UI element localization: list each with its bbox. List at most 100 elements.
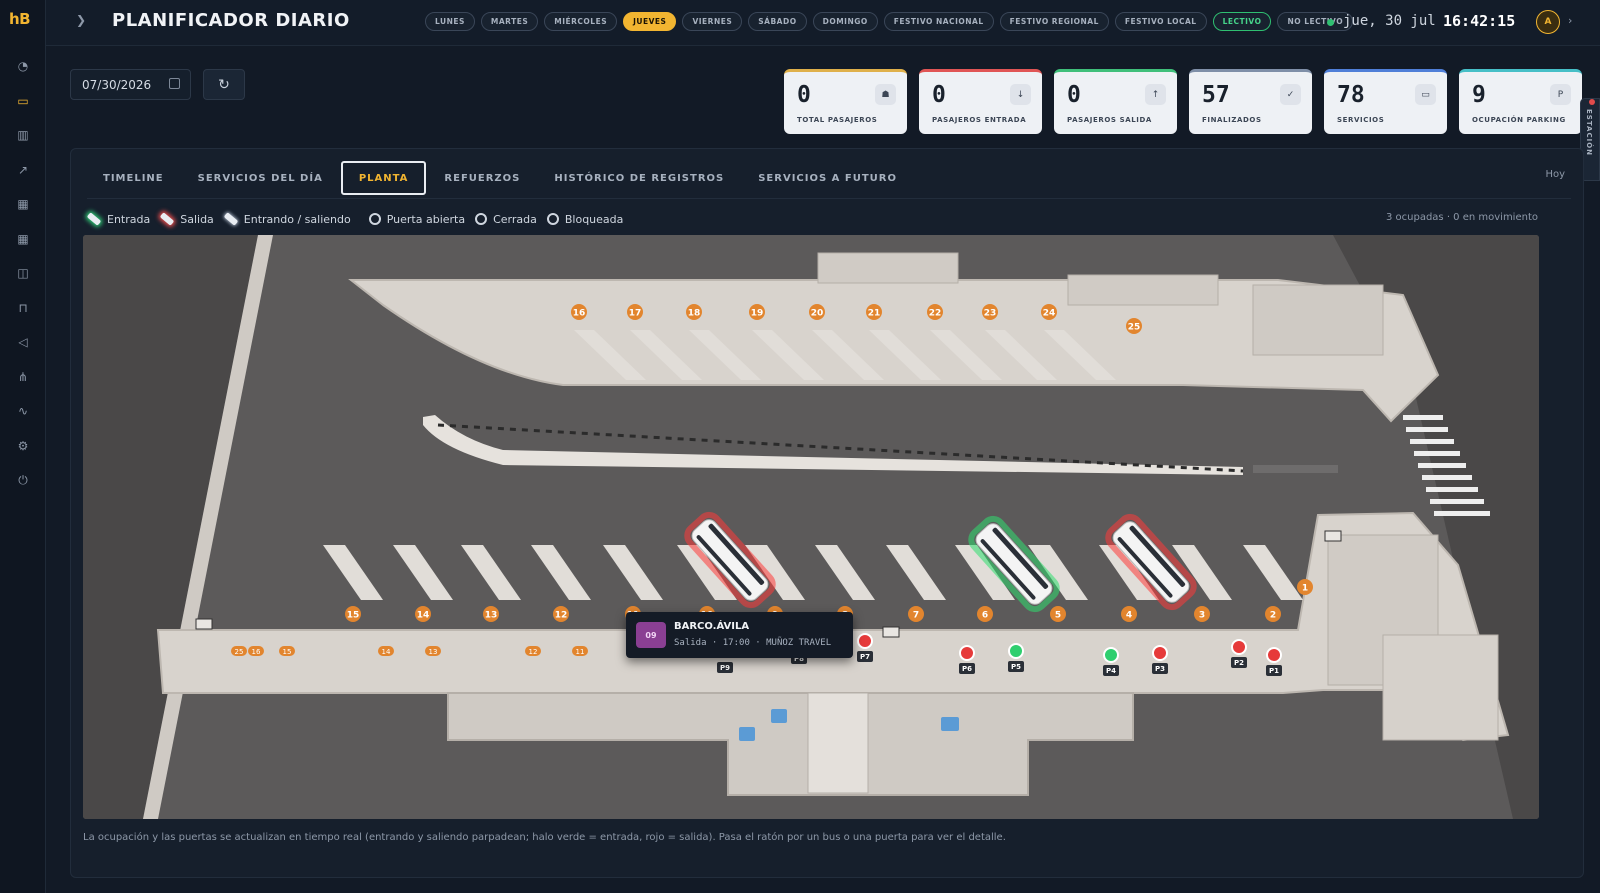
bay-slot [886, 545, 946, 600]
bay-label-20[interactable]: 20 [809, 304, 825, 320]
bay-label-21[interactable]: 21 [866, 304, 882, 320]
calendar-alt-icon[interactable]: ▦ [10, 226, 36, 252]
kpi-card: 0 PASAJEROS SALIDA ↑ [1054, 69, 1177, 134]
bay-label-1[interactable]: 1 [1297, 579, 1313, 595]
tab-hist-rico-de-registros[interactable]: HISTÓRICO DE REGISTROS [538, 161, 740, 195]
plug-icon[interactable]: ⏻ [10, 467, 36, 493]
day-chip[interactable]: JUEVES [623, 12, 677, 31]
bay-label-3[interactable]: 3 [1194, 606, 1210, 622]
bay-label-6[interactable]: 6 [977, 606, 993, 622]
bay-slot [815, 545, 875, 600]
door-p6[interactable]: P6 [959, 663, 975, 674]
bay-number: 21 [868, 309, 881, 319]
day-chip[interactable]: VIERNES [682, 12, 743, 31]
tab-servicios-a-futuro[interactable]: SERVICIOS A FUTURO [742, 161, 913, 195]
day-chip[interactable]: FESTIVO NACIONAL [883, 12, 994, 31]
sub-bay-number: 13 [429, 648, 438, 656]
bay-label-16[interactable]: 16 [571, 304, 587, 320]
bay-label-15[interactable]: 15 [345, 606, 361, 622]
calendar-icon[interactable]: ▦ [10, 191, 36, 217]
door-status-red-icon[interactable] [857, 633, 873, 649]
tab-refuerzos[interactable]: REFUERZOS [428, 161, 536, 195]
monitor-icon[interactable]: ▭ [10, 88, 36, 114]
bay-label-12[interactable]: 12 [553, 606, 569, 622]
day-chip[interactable]: SÁBADO [748, 12, 807, 31]
bay-label-22[interactable]: 22 [927, 304, 943, 320]
settings-icon[interactable]: ⚙ [10, 433, 36, 459]
date-picker-input[interactable]: 07/30/2026 [70, 69, 191, 100]
door-status-red-icon[interactable] [959, 645, 975, 661]
bay-label-2[interactable]: 2 [1265, 606, 1281, 622]
day-chip[interactable]: FESTIVO LOCAL [1114, 12, 1207, 31]
bay-label-18[interactable]: 18 [686, 304, 702, 320]
tab-servicios-del-d-a[interactable]: SERVICIOS DEL DÍA [182, 161, 339, 195]
day-chip[interactable]: MIÉRCOLES [544, 12, 618, 31]
refresh-button[interactable]: ↻ [203, 69, 245, 100]
sub-bay-label: 13 [425, 646, 441, 656]
kpi-value: 0 [932, 82, 946, 108]
bay-label-7[interactable]: 7 [908, 606, 924, 622]
door-status-red-icon[interactable] [1152, 645, 1168, 661]
bay-label-24[interactable]: 24 [1041, 304, 1057, 320]
bay-label-17[interactable]: 17 [627, 304, 643, 320]
tab-planta[interactable]: PLANTA [340, 161, 427, 195]
door-status-red-icon[interactable] [1231, 639, 1247, 655]
door-status-red-icon[interactable] [1266, 647, 1282, 663]
door-p4[interactable]: P4 [1103, 665, 1119, 676]
kpi-card: 0 TOTAL PASAJEROS ☗ [784, 69, 907, 134]
chart-icon[interactable]: ∿ [10, 398, 36, 424]
day-chip[interactable]: DOMINGO [812, 12, 878, 31]
bay-label-5[interactable]: 5 [1050, 606, 1066, 622]
route-icon[interactable]: ↗ [10, 157, 36, 183]
day-chip[interactable]: FESTIVO REGIONAL [999, 12, 1109, 31]
user-avatar[interactable]: A [1536, 10, 1560, 34]
today-link[interactable]: Hoy [1545, 169, 1565, 180]
chevron-right-icon[interactable]: › [1568, 14, 1572, 27]
legend-entrada: Entrada [86, 212, 150, 226]
door-p1[interactable]: P1 [1266, 665, 1282, 676]
legend-salida: Salida [159, 212, 214, 226]
megaphone-icon[interactable]: ◁ [10, 329, 36, 355]
bay-label-13[interactable]: 13 [483, 606, 499, 622]
station-floor-map[interactable]: 1617181920212223242515141312111098765432… [83, 235, 1539, 819]
kpi-value: 9 [1472, 82, 1486, 108]
door-p9[interactable]: P9 [717, 662, 733, 673]
door-status-green-icon[interactable] [1103, 647, 1119, 663]
door-p3[interactable]: P3 [1152, 663, 1168, 674]
expand-sidebar-chevron-icon[interactable]: ❯ [76, 13, 86, 27]
bay-label-23[interactable]: 23 [982, 304, 998, 320]
gate-icon[interactable]: ⊓ [10, 295, 36, 321]
day-chip[interactable]: LECTIVO [1212, 12, 1272, 31]
kpi-icon: ↓ [1010, 84, 1031, 105]
bus-icon[interactable]: ◫ [10, 260, 36, 286]
bay-label-4[interactable]: 4 [1121, 606, 1137, 622]
date-value: 07/30/2026 [82, 77, 152, 92]
kpi-label: OCUPACIÓN PARKING [1472, 116, 1566, 124]
bay-label-19[interactable]: 19 [749, 304, 765, 320]
network-icon[interactable]: ⋔ [10, 364, 36, 390]
accessibility-icon [941, 717, 959, 731]
bay-label-25[interactable]: 25 [1126, 318, 1142, 334]
door-label: P9 [720, 664, 730, 672]
floor-plan-svg[interactable]: 1617181920212223242515141312111098765432… [83, 235, 1539, 819]
kpi-card: 0 PASAJEROS ENTRADA ↓ [919, 69, 1042, 134]
day-chip[interactable]: MARTES [480, 12, 539, 31]
day-chip[interactable]: LUNES [425, 12, 475, 31]
door-p5[interactable]: P5 [1008, 661, 1024, 672]
building-icon[interactable]: ▥ [10, 122, 36, 148]
bay-label-14[interactable]: 14 [415, 606, 431, 622]
tab-timeline[interactable]: TIMELINE [87, 161, 180, 195]
day-chip[interactable]: NO LECTIVO [1277, 12, 1354, 31]
calendar-icon[interactable] [169, 78, 180, 89]
door-p7[interactable]: P7 [857, 651, 873, 662]
dashboard-icon[interactable]: ◔ [10, 53, 36, 79]
door-p2[interactable]: P2 [1231, 657, 1247, 668]
bay-number: 6 [982, 611, 988, 621]
kpi-card: 57 FINALIZADOS ✓ [1189, 69, 1312, 134]
legend-door-open-label: Puerta abierta [386, 212, 466, 226]
kpi-card: 9 OCUPACIÓN PARKING P [1459, 69, 1582, 134]
bay-number: 20 [811, 309, 824, 319]
door-status-green-icon[interactable] [1008, 643, 1024, 659]
sub-bay-label: 16 [248, 646, 264, 656]
app-logo[interactable]: hB [9, 10, 31, 28]
